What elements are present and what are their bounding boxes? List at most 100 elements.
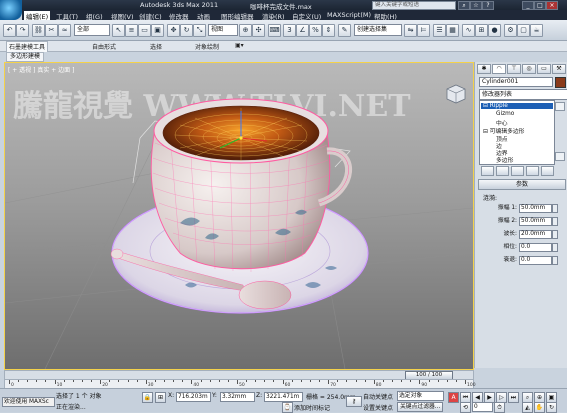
show-end-result-icon[interactable] [496, 166, 509, 176]
unlink-icon[interactable]: ✂ [45, 24, 58, 37]
curve-editor-icon[interactable]: ∿ [462, 24, 475, 37]
subtab-polygon-modeling[interactable]: 多边形建模 [6, 52, 45, 62]
rendered-frame-icon[interactable]: ▢ [517, 24, 530, 37]
percent-snap-icon[interactable]: % [309, 24, 322, 37]
perspective-viewport[interactable]: [ + 透视 ] 真实 + 边面 ] 騰龍視覺 WWW.TLVI.NET [4, 62, 474, 370]
time-tag-icon[interactable]: ⌚ [282, 402, 293, 413]
key-mode-icon[interactable]: ⟲ [460, 402, 471, 413]
stack-scroll-up-icon[interactable] [555, 102, 565, 111]
object-color-swatch[interactable] [555, 77, 566, 88]
modifier-list-dropdown[interactable]: 修改器列表 [479, 89, 567, 100]
amplitude2-input[interactable]: 50.0mm [519, 217, 552, 226]
stack-item-ripple[interactable]: ⊟ Ripple [481, 103, 553, 109]
ribbon-options-icon[interactable]: ▣▾ [235, 42, 244, 49]
spinner-icon[interactable] [552, 243, 558, 252]
pan-icon[interactable]: ✋ [534, 402, 545, 413]
keyboard-shortcut-icon[interactable]: ⌨ [268, 24, 281, 37]
decay-input[interactable]: 0.0 [519, 256, 552, 265]
spinner-icon[interactable] [552, 230, 558, 239]
absolute-mode-icon[interactable]: ⊞ [155, 392, 166, 403]
x-coordinate-field[interactable]: 716.203m [176, 392, 211, 402]
stack-scroll-down-icon[interactable] [555, 152, 565, 161]
spinner-icon[interactable] [552, 204, 558, 213]
make-unique-icon[interactable] [511, 166, 524, 176]
tab-graphite-modeling[interactable]: 石墨建模工具 [6, 41, 49, 52]
time-config-icon[interactable]: ⏱ [494, 402, 505, 413]
bind-spacewarp-icon[interactable]: ≈ [58, 24, 71, 37]
tab-object-paint[interactable]: 对象绘制 [195, 42, 219, 51]
render-teapot-icon[interactable]: ☕ [530, 24, 543, 37]
tab-selection[interactable]: 选择 [150, 42, 162, 51]
wavelength-input[interactable]: 20.0mm [519, 230, 552, 239]
rect-selection-icon[interactable]: ▭ [138, 24, 151, 37]
undo-icon[interactable]: ↶ [3, 24, 16, 37]
rotate-icon[interactable]: ↻ [180, 24, 193, 37]
align-icon[interactable]: ⊨ [417, 24, 430, 37]
track-minor-tick [455, 380, 457, 382]
object-name-field[interactable]: Cylinder001 [479, 77, 553, 87]
viewcube-icon[interactable] [445, 83, 467, 105]
link-icon[interactable]: ⛓ [32, 24, 45, 37]
schematic-view-icon[interactable]: ⊞ [475, 24, 488, 37]
render-setup-icon[interactable]: ⚙ [504, 24, 517, 37]
window-crossing-icon[interactable]: ▣ [151, 24, 164, 37]
minimize-button[interactable]: _ [522, 1, 534, 10]
snap-3d-icon[interactable]: 3 [283, 24, 296, 37]
star-icon[interactable]: ☆ [470, 1, 482, 10]
modifier-stack[interactable]: ⊟ Ripple Gizmo 中心 ⊟ 可编辑多边形 顶点 边 边界 多边形 [479, 100, 555, 165]
lock-selection-icon[interactable]: 🔒 [142, 392, 153, 403]
hierarchy-tab-icon[interactable]: ⊤ [507, 64, 521, 74]
track-minor-tick [63, 380, 65, 382]
help-search-input[interactable]: 键入关键字或短语 [372, 1, 456, 10]
graphite-toggle-icon[interactable]: ▦ [446, 24, 459, 37]
stack-item-polygon[interactable]: 多边形 [496, 155, 513, 164]
pivot-center-icon[interactable]: ⊕ [239, 24, 252, 37]
select-by-name-icon[interactable]: ≡ [125, 24, 138, 37]
material-editor-icon[interactable]: ● [488, 24, 501, 37]
modify-tab-icon[interactable]: ◠ [492, 64, 506, 74]
stack-item-gizmo[interactable]: Gizmo [496, 111, 514, 117]
close-button[interactable]: × [546, 1, 558, 10]
spinner-icon[interactable] [552, 217, 558, 226]
maximize-button[interactable]: □ [534, 1, 546, 10]
amplitude1-input[interactable]: 50.0mm [519, 204, 552, 213]
remove-modifier-icon[interactable] [526, 166, 539, 176]
goto-end-icon[interactable]: ⏭ [508, 392, 519, 403]
display-tab-icon[interactable]: ▭ [537, 64, 551, 74]
fov-icon[interactable]: ◭ [522, 402, 533, 413]
y-coordinate-field[interactable]: 3.32mm [220, 392, 255, 402]
app-logo-icon[interactable] [0, 0, 22, 20]
auto-key-button[interactable]: A [448, 392, 459, 403]
spinner-snap-icon[interactable]: ⇕ [322, 24, 335, 37]
spinner-icon[interactable] [552, 256, 558, 265]
create-tab-icon[interactable]: ✱ [477, 64, 491, 74]
maxscript-listener[interactable]: 欢迎使用 MAXSc [2, 397, 55, 407]
mirror-icon[interactable]: ⇋ [404, 24, 417, 37]
named-selection-set-select[interactable]: 创建选择集 [354, 24, 402, 36]
selection-filter-select[interactable]: 全部 [74, 24, 110, 36]
select-manipulate-icon[interactable]: ✣ [252, 24, 265, 37]
tab-freeform[interactable]: 自由形式 [92, 42, 116, 51]
utilities-tab-icon[interactable]: ⚒ [552, 64, 566, 74]
edit-named-selection-icon[interactable]: ✎ [338, 24, 351, 37]
search-icon[interactable]: ⌕ [458, 1, 470, 10]
configure-sets-icon[interactable] [541, 166, 554, 176]
motion-tab-icon[interactable]: ◎ [522, 64, 536, 74]
reference-coordinate-select[interactable]: 视图 [208, 24, 238, 36]
layer-manager-icon[interactable]: ☰ [433, 24, 446, 37]
phase-input[interactable]: 0.0 [519, 243, 552, 252]
z-coordinate-field[interactable]: 3221.471m [264, 392, 303, 402]
scale-icon[interactable]: ⤡ [193, 24, 206, 37]
redo-icon[interactable]: ↷ [16, 24, 29, 37]
parameters-rollout-header[interactable]: 参数 [478, 179, 566, 190]
help-icon[interactable]: ? [482, 1, 494, 10]
orbit-icon[interactable]: ↻ [546, 402, 557, 413]
track-minor-tick [364, 380, 366, 382]
move-icon[interactable]: ✥ [167, 24, 180, 37]
menu-maxscript[interactable]: MAXScript(M) [327, 11, 371, 19]
key-selection-select[interactable]: 选定对象 [397, 391, 444, 401]
key-icon[interactable]: ⚷ [346, 396, 362, 407]
select-object-icon[interactable]: ↖ [112, 24, 125, 37]
angle-snap-icon[interactable]: ∠ [296, 24, 309, 37]
pin-stack-icon[interactable] [481, 166, 494, 176]
